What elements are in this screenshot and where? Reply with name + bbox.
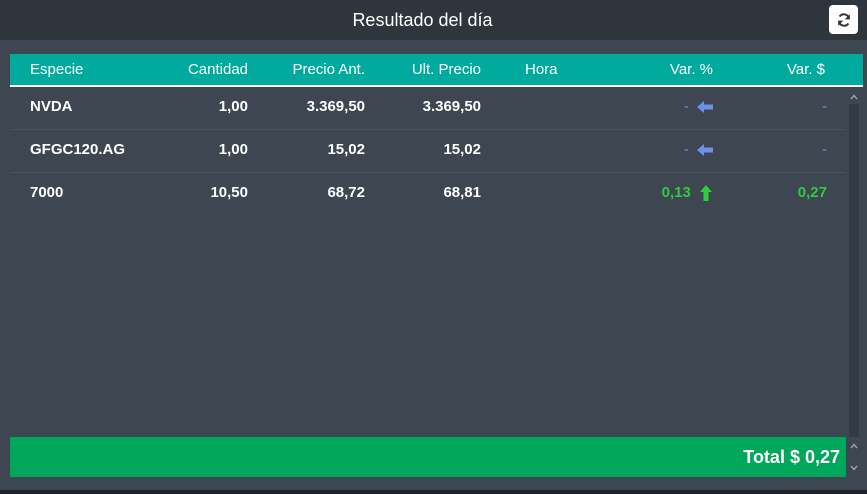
col-cantidad[interactable]: Cantidad (160, 54, 248, 85)
total-footer: Total $ 0,27 (10, 437, 846, 477)
col-hora[interactable]: Hora (525, 54, 558, 85)
bottom-divider (0, 490, 867, 494)
footer-scrollbar[interactable] (847, 437, 861, 477)
cell-especie: 7000 (30, 184, 64, 201)
refresh-button[interactable] (829, 5, 858, 34)
cell-var-pct: - (630, 130, 713, 172)
table-scrollbar[interactable] (847, 88, 861, 478)
var-pct-value: - (683, 141, 689, 158)
scroll-down-icon[interactable] (847, 461, 861, 475)
arrow-up-icon (700, 185, 712, 202)
table-row[interactable]: NVDA 1,00 3.369,50 3.369,50 - - (10, 87, 846, 130)
table-header: Especie Cantidad Precio Ant. Ult. Precio… (10, 54, 863, 87)
col-var-pct[interactable]: Var. % (630, 54, 713, 85)
cell-cantidad: 1,00 (218, 141, 248, 158)
table-row[interactable]: 7000 10,50 68,72 68,81 0,13 0,27 (10, 173, 846, 216)
cell-var-usd: - (822, 141, 827, 158)
cell-var-pct: - (630, 87, 713, 129)
page-title: Resultado del día (352, 10, 493, 30)
cell-precio-ant: 68,72 (327, 184, 365, 201)
header-bar: Resultado del día (0, 0, 867, 40)
col-var-usd[interactable]: Var. $ (750, 54, 825, 85)
cell-precio-ant: 3.369,50 (306, 98, 365, 115)
cell-var-usd: - (822, 98, 827, 115)
cell-var-usd: 0,27 (797, 184, 827, 201)
arrow-left-icon (697, 101, 713, 114)
cell-var-pct: 0,13 (630, 173, 713, 215)
cell-cantidad: 1,00 (218, 98, 248, 115)
scroll-track[interactable] (849, 104, 859, 462)
col-ult-precio[interactable]: Ult. Precio (380, 54, 481, 85)
refresh-icon (837, 12, 850, 27)
cell-ult-precio: 3.369,50 (422, 98, 481, 115)
table-row[interactable]: GFGC120.AG 1,00 15,02 15,02 - - (10, 130, 846, 173)
var-pct-value: 0,13 (661, 184, 691, 201)
cell-especie: NVDA (30, 98, 73, 115)
scroll-up-icon[interactable] (847, 439, 861, 453)
cell-especie: GFGC120.AG (30, 141, 126, 158)
cell-precio-ant: 15,02 (327, 141, 365, 158)
total-value: Total $ 0,27 (743, 447, 840, 467)
arrow-left-icon (697, 144, 713, 157)
cell-ult-precio: 15,02 (443, 141, 481, 158)
cell-cantidad: 10,50 (210, 184, 248, 201)
col-precio-ant[interactable]: Precio Ant. (260, 54, 365, 85)
col-especie[interactable]: Especie (30, 54, 83, 85)
results-panel: Especie Cantidad Precio Ant. Ult. Precio… (0, 40, 867, 490)
scroll-up-icon[interactable] (847, 90, 861, 104)
cell-ult-precio: 68,81 (443, 184, 481, 201)
var-pct-value: - (683, 98, 689, 115)
